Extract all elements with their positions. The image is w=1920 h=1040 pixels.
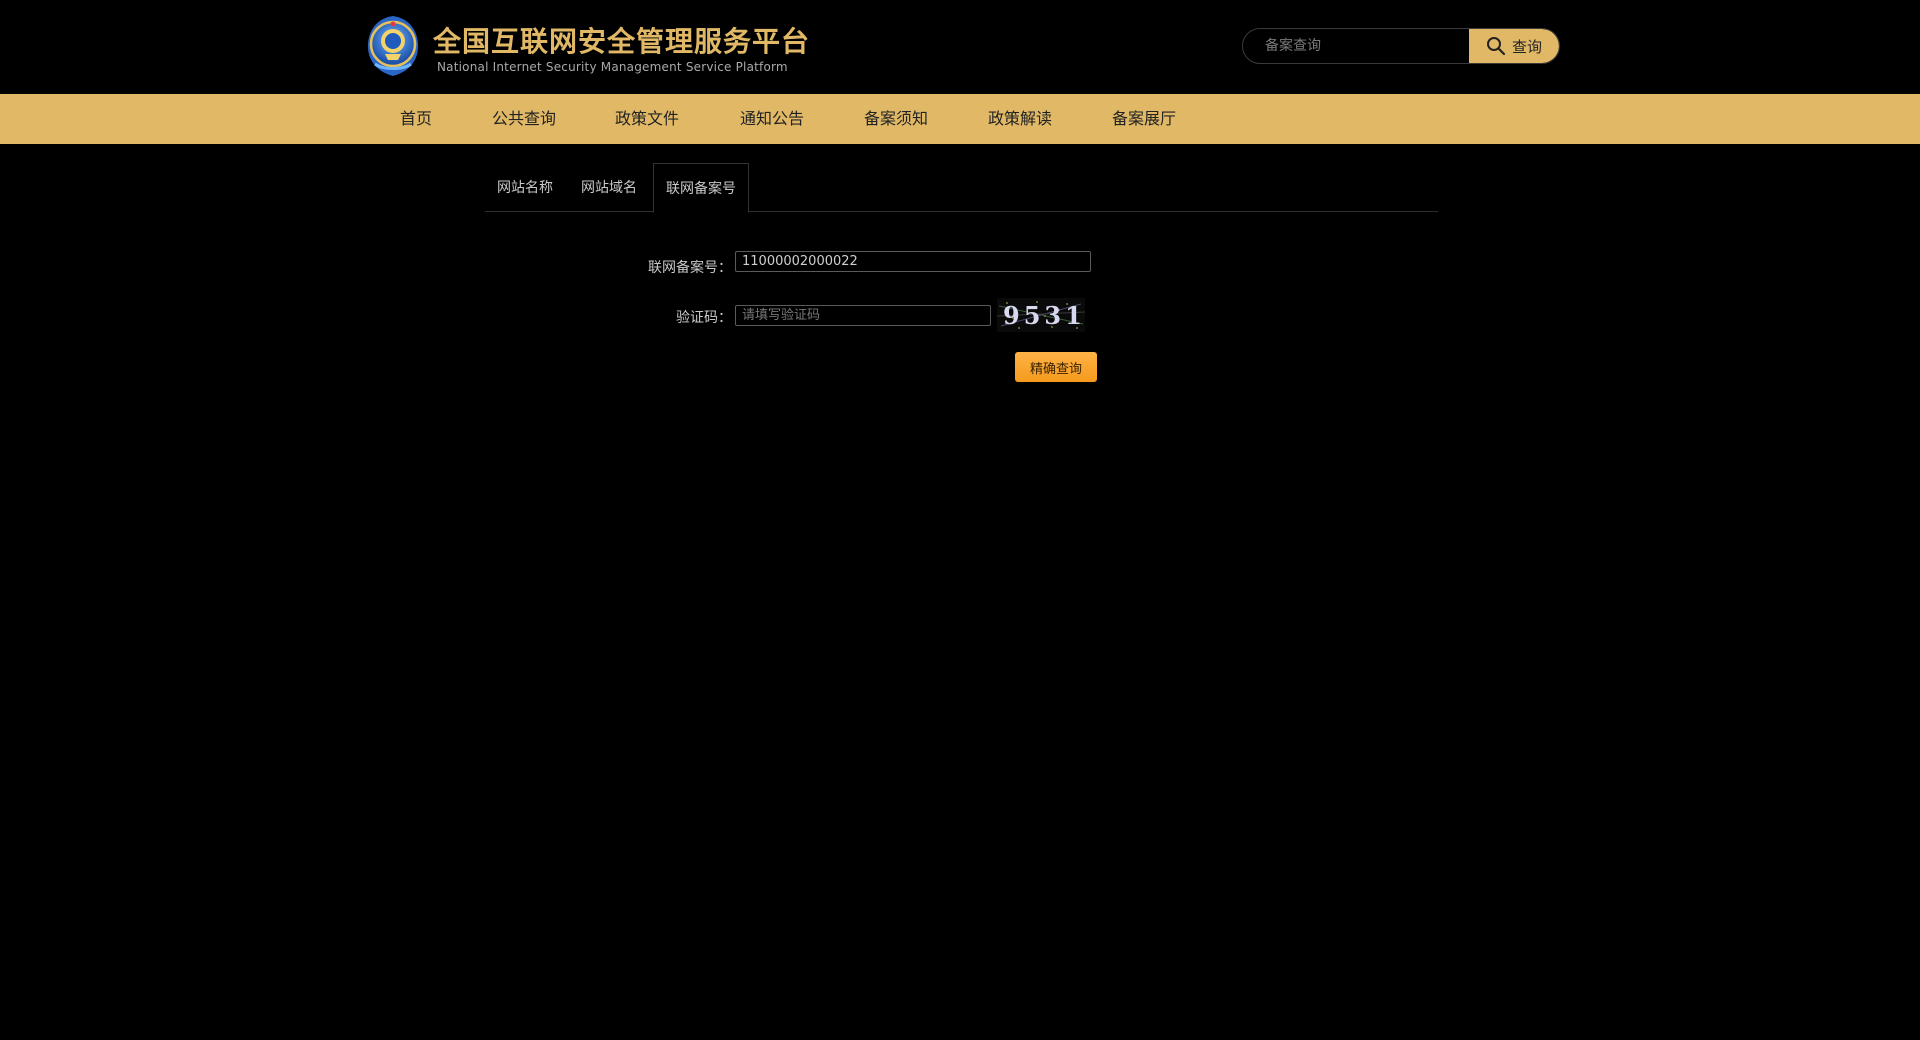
header-search: 查询 [1242,28,1560,64]
nav-item-policy-interpretation[interactable]: 政策解读 [988,94,1052,144]
record-number-input[interactable] [735,251,1091,272]
nav-item-filing-hall[interactable]: 备案展厅 [1112,94,1176,144]
tab-site-domain[interactable]: 网站域名 [569,163,649,212]
search-button[interactable]: 查询 [1469,29,1559,63]
nav-item-home[interactable]: 首页 [400,94,432,144]
captcha-input[interactable] [735,305,991,326]
captcha-label: 验证码： [676,310,732,326]
site-subtitle: National Internet Security Management Se… [437,60,788,74]
police-emblem-icon[interactable] [363,14,423,78]
search-button-label: 查询 [1511,37,1542,56]
search-input[interactable] [1243,29,1471,63]
tab-site-name[interactable]: 网站名称 [485,163,565,212]
nav-item-filing-guide[interactable]: 备案须知 [864,94,928,144]
tab-record-number[interactable]: 联网备案号 [653,163,749,213]
record-number-label: 联网备案号： [648,260,732,276]
site-title: 全国互联网安全管理服务平台 [433,25,811,58]
nav-item-notices[interactable]: 通知公告 [740,94,804,144]
main-nav: 首页 公共查询 政策文件 通知公告 备案须知 政策解读 备案展厅 [0,94,1920,144]
query-tabs: 网站名称 网站域名 联网备案号 [485,163,1438,213]
nav-item-policy-docs[interactable]: 政策文件 [615,94,679,144]
search-icon [1486,36,1506,56]
site-header: 全国互联网安全管理服务平台 National Internet Security… [0,0,1920,94]
nav-item-public-query[interactable]: 公共查询 [492,94,556,144]
captcha-text: 9531 [1003,301,1085,330]
captcha-image[interactable]: 9531 [996,298,1086,332]
exact-query-button[interactable]: 精确查询 [1015,352,1097,382]
